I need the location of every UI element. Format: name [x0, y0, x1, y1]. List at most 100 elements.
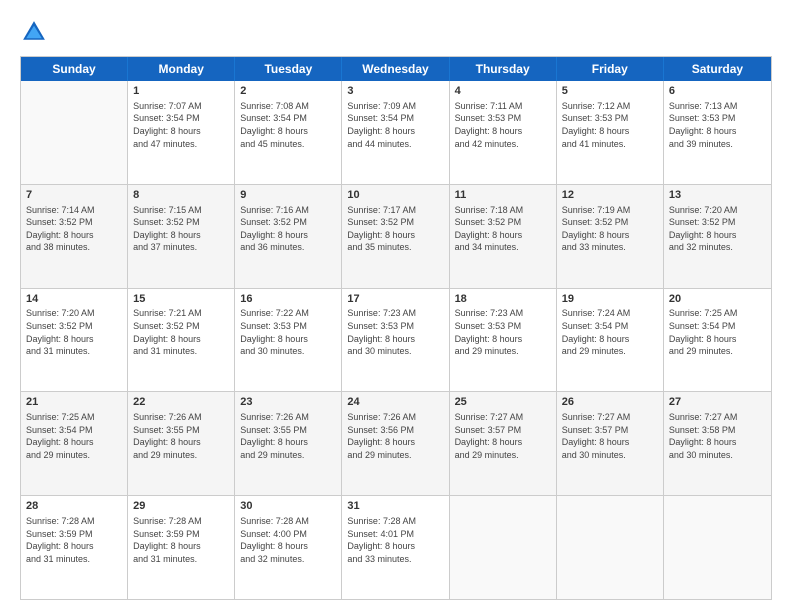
day-number: 24 [347, 395, 443, 410]
page: SundayMondayTuesdayWednesdayThursdayFrid… [0, 0, 792, 612]
calendar-cell: 14Sunrise: 7:20 AM Sunset: 3:52 PM Dayli… [21, 289, 128, 392]
calendar-cell: 3Sunrise: 7:09 AM Sunset: 3:54 PM Daylig… [342, 81, 449, 184]
calendar-header-cell: Wednesday [342, 57, 449, 81]
calendar-header-cell: Tuesday [235, 57, 342, 81]
day-info: Sunrise: 7:13 AM Sunset: 3:53 PM Dayligh… [669, 100, 766, 150]
calendar-cell: 13Sunrise: 7:20 AM Sunset: 3:52 PM Dayli… [664, 185, 771, 288]
day-info: Sunrise: 7:16 AM Sunset: 3:52 PM Dayligh… [240, 204, 336, 254]
calendar-cell: 25Sunrise: 7:27 AM Sunset: 3:57 PM Dayli… [450, 392, 557, 495]
calendar-cell: 30Sunrise: 7:28 AM Sunset: 4:00 PM Dayli… [235, 496, 342, 599]
calendar-cell [557, 496, 664, 599]
day-number: 27 [669, 395, 766, 410]
day-info: Sunrise: 7:24 AM Sunset: 3:54 PM Dayligh… [562, 307, 658, 357]
calendar-cell: 9Sunrise: 7:16 AM Sunset: 3:52 PM Daylig… [235, 185, 342, 288]
calendar-cell: 19Sunrise: 7:24 AM Sunset: 3:54 PM Dayli… [557, 289, 664, 392]
day-number: 11 [455, 188, 551, 203]
day-info: Sunrise: 7:17 AM Sunset: 3:52 PM Dayligh… [347, 204, 443, 254]
calendar-cell [664, 496, 771, 599]
day-number: 23 [240, 395, 336, 410]
day-info: Sunrise: 7:20 AM Sunset: 3:52 PM Dayligh… [26, 307, 122, 357]
day-number: 21 [26, 395, 122, 410]
day-info: Sunrise: 7:11 AM Sunset: 3:53 PM Dayligh… [455, 100, 551, 150]
calendar-cell: 23Sunrise: 7:26 AM Sunset: 3:55 PM Dayli… [235, 392, 342, 495]
day-info: Sunrise: 7:28 AM Sunset: 3:59 PM Dayligh… [133, 515, 229, 565]
day-info: Sunrise: 7:25 AM Sunset: 3:54 PM Dayligh… [26, 411, 122, 461]
day-number: 12 [562, 188, 658, 203]
day-number: 13 [669, 188, 766, 203]
day-info: Sunrise: 7:21 AM Sunset: 3:52 PM Dayligh… [133, 307, 229, 357]
calendar-row: 7Sunrise: 7:14 AM Sunset: 3:52 PM Daylig… [21, 185, 771, 289]
calendar-header: SundayMondayTuesdayWednesdayThursdayFrid… [21, 57, 771, 81]
calendar-cell: 31Sunrise: 7:28 AM Sunset: 4:01 PM Dayli… [342, 496, 449, 599]
calendar-cell: 5Sunrise: 7:12 AM Sunset: 3:53 PM Daylig… [557, 81, 664, 184]
day-info: Sunrise: 7:18 AM Sunset: 3:52 PM Dayligh… [455, 204, 551, 254]
day-number: 16 [240, 292, 336, 307]
calendar-cell: 20Sunrise: 7:25 AM Sunset: 3:54 PM Dayli… [664, 289, 771, 392]
day-number: 30 [240, 499, 336, 514]
calendar-header-cell: Thursday [450, 57, 557, 81]
day-number: 28 [26, 499, 122, 514]
day-number: 26 [562, 395, 658, 410]
day-info: Sunrise: 7:08 AM Sunset: 3:54 PM Dayligh… [240, 100, 336, 150]
calendar-body: 1Sunrise: 7:07 AM Sunset: 3:54 PM Daylig… [21, 81, 771, 599]
day-info: Sunrise: 7:27 AM Sunset: 3:58 PM Dayligh… [669, 411, 766, 461]
calendar-row: 1Sunrise: 7:07 AM Sunset: 3:54 PM Daylig… [21, 81, 771, 185]
day-number: 25 [455, 395, 551, 410]
day-number: 18 [455, 292, 551, 307]
calendar-cell: 16Sunrise: 7:22 AM Sunset: 3:53 PM Dayli… [235, 289, 342, 392]
day-info: Sunrise: 7:27 AM Sunset: 3:57 PM Dayligh… [562, 411, 658, 461]
day-number: 9 [240, 188, 336, 203]
calendar-cell: 21Sunrise: 7:25 AM Sunset: 3:54 PM Dayli… [21, 392, 128, 495]
day-number: 4 [455, 84, 551, 99]
calendar-cell: 29Sunrise: 7:28 AM Sunset: 3:59 PM Dayli… [128, 496, 235, 599]
day-info: Sunrise: 7:12 AM Sunset: 3:53 PM Dayligh… [562, 100, 658, 150]
calendar-cell: 10Sunrise: 7:17 AM Sunset: 3:52 PM Dayli… [342, 185, 449, 288]
calendar-cell: 11Sunrise: 7:18 AM Sunset: 3:52 PM Dayli… [450, 185, 557, 288]
calendar-cell: 2Sunrise: 7:08 AM Sunset: 3:54 PM Daylig… [235, 81, 342, 184]
calendar-cell [21, 81, 128, 184]
day-info: Sunrise: 7:20 AM Sunset: 3:52 PM Dayligh… [669, 204, 766, 254]
day-number: 1 [133, 84, 229, 99]
calendar-cell: 17Sunrise: 7:23 AM Sunset: 3:53 PM Dayli… [342, 289, 449, 392]
header [20, 18, 772, 46]
calendar-cell: 4Sunrise: 7:11 AM Sunset: 3:53 PM Daylig… [450, 81, 557, 184]
day-info: Sunrise: 7:23 AM Sunset: 3:53 PM Dayligh… [455, 307, 551, 357]
day-number: 5 [562, 84, 658, 99]
day-info: Sunrise: 7:09 AM Sunset: 3:54 PM Dayligh… [347, 100, 443, 150]
day-info: Sunrise: 7:14 AM Sunset: 3:52 PM Dayligh… [26, 204, 122, 254]
day-info: Sunrise: 7:27 AM Sunset: 3:57 PM Dayligh… [455, 411, 551, 461]
calendar-header-cell: Monday [128, 57, 235, 81]
day-number: 15 [133, 292, 229, 307]
day-info: Sunrise: 7:28 AM Sunset: 3:59 PM Dayligh… [26, 515, 122, 565]
day-info: Sunrise: 7:28 AM Sunset: 4:00 PM Dayligh… [240, 515, 336, 565]
calendar-cell: 8Sunrise: 7:15 AM Sunset: 3:52 PM Daylig… [128, 185, 235, 288]
day-info: Sunrise: 7:26 AM Sunset: 3:56 PM Dayligh… [347, 411, 443, 461]
day-number: 31 [347, 499, 443, 514]
day-number: 14 [26, 292, 122, 307]
logo-icon [20, 18, 48, 46]
calendar-cell: 27Sunrise: 7:27 AM Sunset: 3:58 PM Dayli… [664, 392, 771, 495]
calendar-cell: 26Sunrise: 7:27 AM Sunset: 3:57 PM Dayli… [557, 392, 664, 495]
calendar-cell: 28Sunrise: 7:28 AM Sunset: 3:59 PM Dayli… [21, 496, 128, 599]
logo [20, 18, 52, 46]
day-info: Sunrise: 7:23 AM Sunset: 3:53 PM Dayligh… [347, 307, 443, 357]
calendar-row: 14Sunrise: 7:20 AM Sunset: 3:52 PM Dayli… [21, 289, 771, 393]
calendar-row: 28Sunrise: 7:28 AM Sunset: 3:59 PM Dayli… [21, 496, 771, 599]
day-info: Sunrise: 7:19 AM Sunset: 3:52 PM Dayligh… [562, 204, 658, 254]
day-number: 10 [347, 188, 443, 203]
day-info: Sunrise: 7:22 AM Sunset: 3:53 PM Dayligh… [240, 307, 336, 357]
calendar-cell: 24Sunrise: 7:26 AM Sunset: 3:56 PM Dayli… [342, 392, 449, 495]
calendar: SundayMondayTuesdayWednesdayThursdayFrid… [20, 56, 772, 600]
day-info: Sunrise: 7:15 AM Sunset: 3:52 PM Dayligh… [133, 204, 229, 254]
day-number: 17 [347, 292, 443, 307]
calendar-cell: 12Sunrise: 7:19 AM Sunset: 3:52 PM Dayli… [557, 185, 664, 288]
calendar-header-cell: Friday [557, 57, 664, 81]
day-info: Sunrise: 7:26 AM Sunset: 3:55 PM Dayligh… [133, 411, 229, 461]
day-number: 2 [240, 84, 336, 99]
day-info: Sunrise: 7:26 AM Sunset: 3:55 PM Dayligh… [240, 411, 336, 461]
day-number: 6 [669, 84, 766, 99]
calendar-header-cell: Sunday [21, 57, 128, 81]
day-number: 3 [347, 84, 443, 99]
calendar-cell: 18Sunrise: 7:23 AM Sunset: 3:53 PM Dayli… [450, 289, 557, 392]
day-number: 29 [133, 499, 229, 514]
